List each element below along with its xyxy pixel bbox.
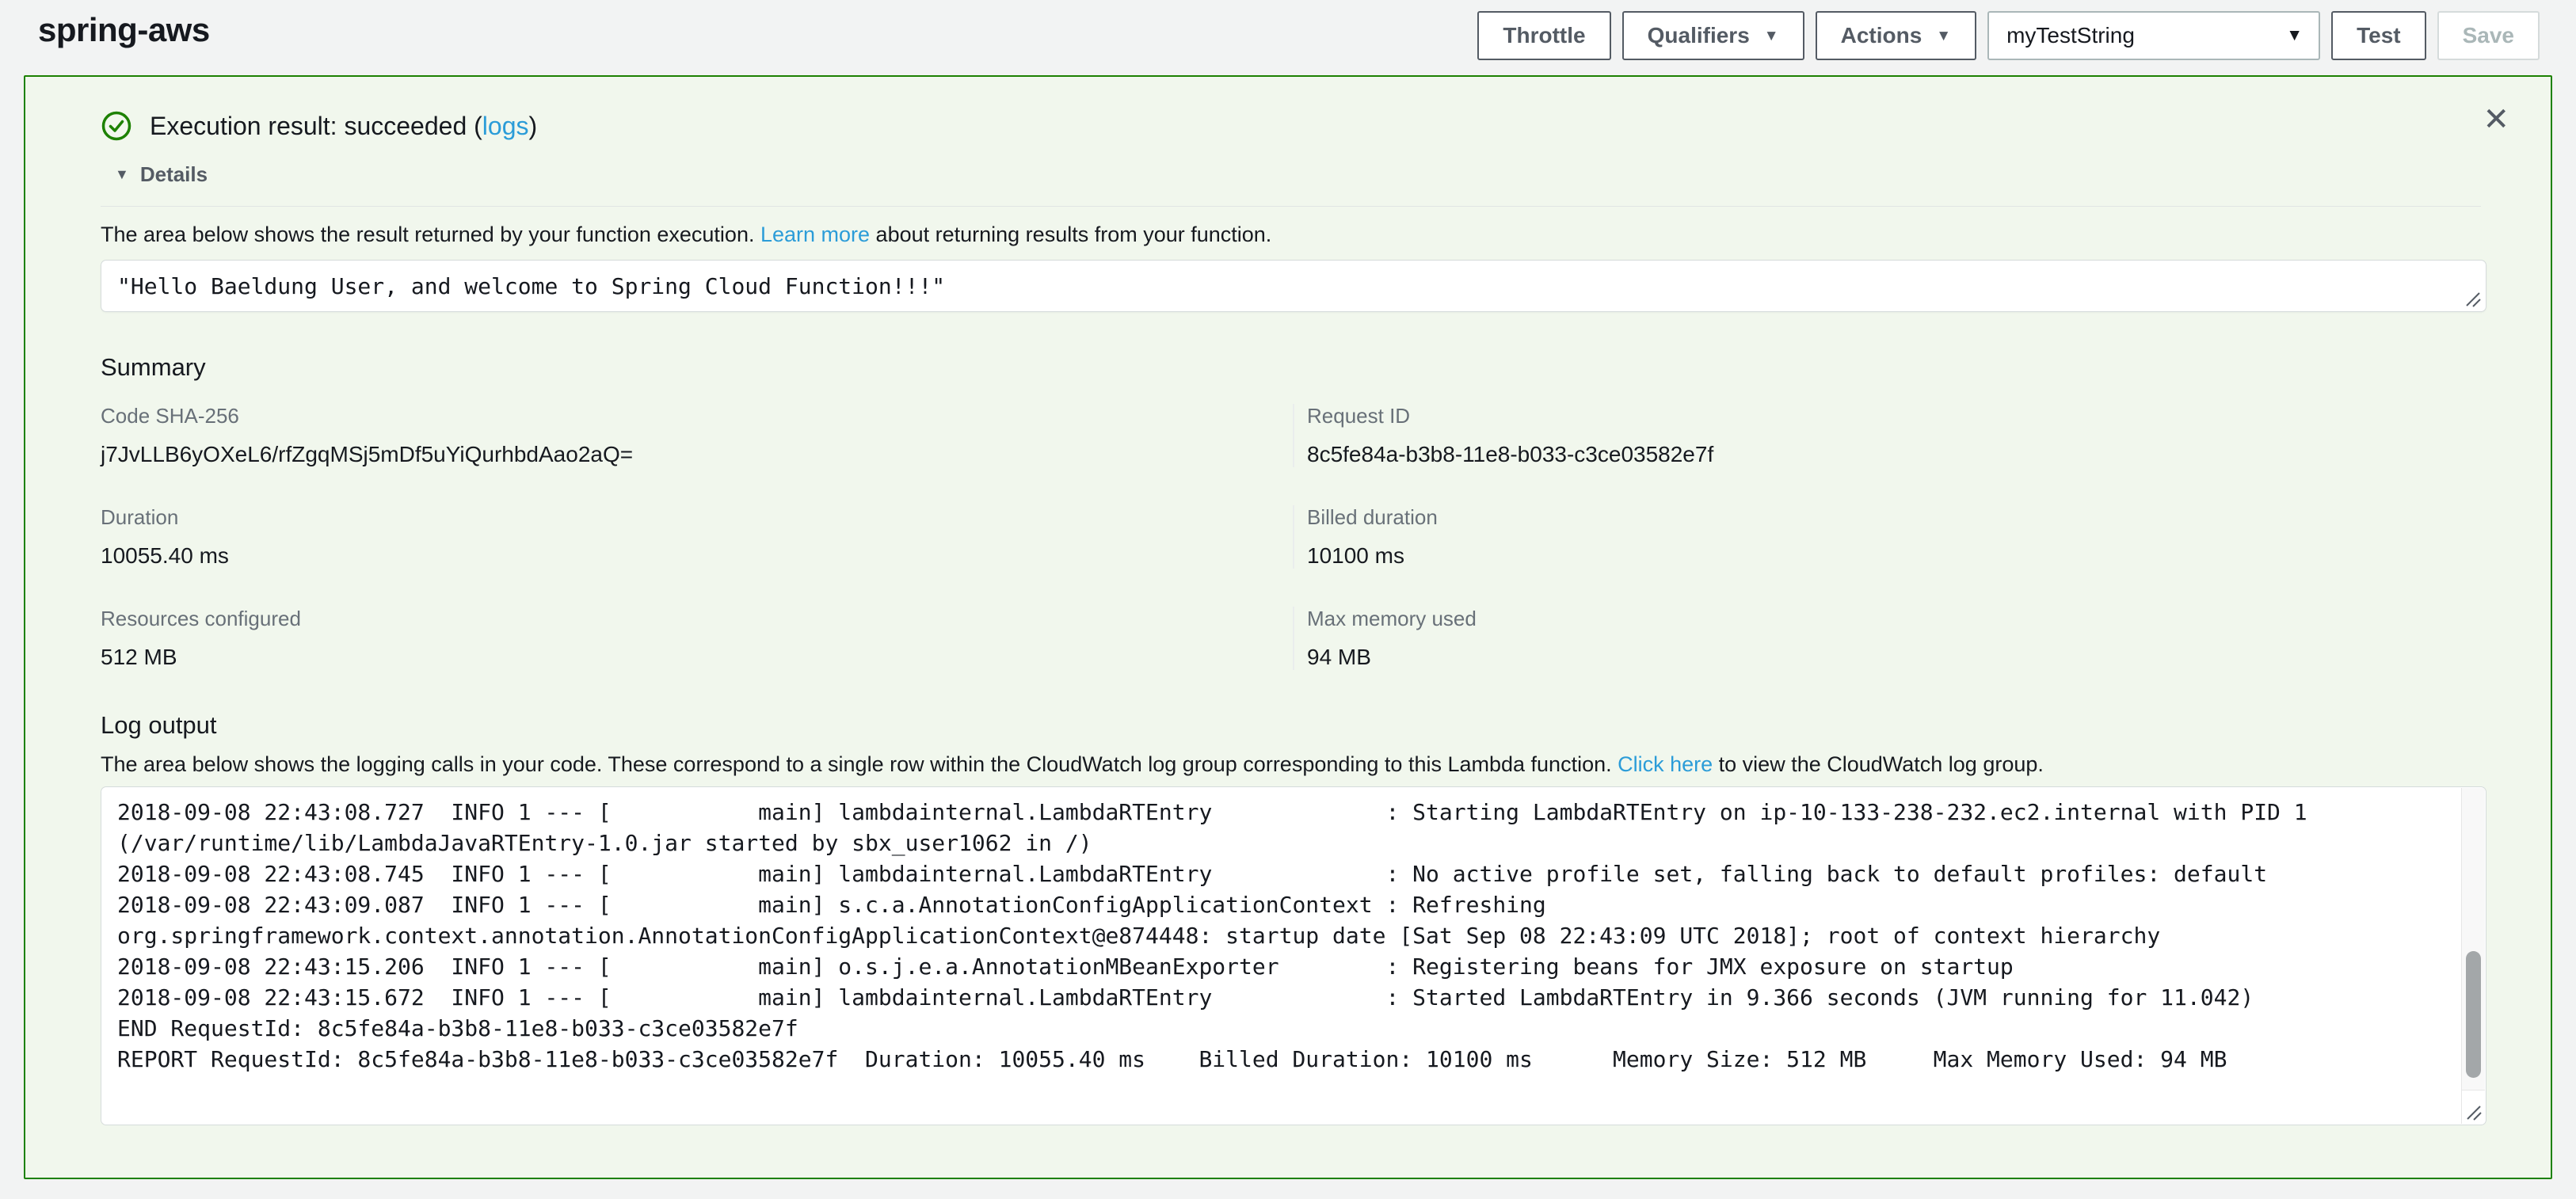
execution-result-value: "Hello Baeldung User, and welcome to Spr… xyxy=(117,273,945,299)
success-check-icon xyxy=(101,110,132,142)
test-button-label: Test xyxy=(2357,23,2401,48)
log-lines: 2018-09-08 22:43:08.727 INFO 1 --- [ mai… xyxy=(101,787,2486,1075)
test-event-select[interactable]: myTestString ▼ xyxy=(1987,11,2320,60)
log-output-heading: Log output xyxy=(101,711,2481,740)
log-line: END RequestId: 8c5fe84a-b3b8-11e8-b033-c… xyxy=(117,1013,2449,1044)
log-line: 2018-09-08 22:43:15.672 INFO 1 --- [ mai… xyxy=(117,982,2449,1013)
save-button[interactable]: Save xyxy=(2437,11,2540,60)
log-resize-corner xyxy=(2461,1090,2485,1124)
execution-result-panel: Execution result: succeeded (logs) ✕ ▼ D… xyxy=(24,75,2552,1179)
logs-link[interactable]: logs xyxy=(482,112,529,140)
qualifiers-dropdown[interactable]: Qualifiers ▼ xyxy=(1622,11,1804,60)
learn-more-link[interactable]: Learn more xyxy=(760,223,870,246)
status-row: Execution result: succeeded (logs) xyxy=(101,110,2481,142)
actions-dropdown-label: Actions xyxy=(1841,23,1922,48)
summary-field-duration: Duration 10055.40 ms xyxy=(101,505,1293,569)
summary-heading: Summary xyxy=(101,353,2481,382)
throttle-button[interactable]: Throttle xyxy=(1477,11,1610,60)
log-description-text-end: to view the CloudWatch log group. xyxy=(1713,752,2044,776)
close-icon: ✕ xyxy=(2483,102,2509,137)
status-title-text: Execution result: succeeded ( xyxy=(150,112,482,140)
details-toggle-label: Details xyxy=(140,162,208,187)
chevron-down-icon: ▼ xyxy=(1936,29,1951,44)
field-label: Max memory used xyxy=(1307,607,2481,631)
log-line: REPORT RequestId: 8c5fe84a-b3b8-11e8-b03… xyxy=(117,1044,2449,1075)
close-button[interactable]: ✕ xyxy=(2483,104,2509,135)
qualifiers-dropdown-label: Qualifiers xyxy=(1648,23,1750,48)
log-description-text: The area below shows the logging calls i… xyxy=(101,752,1618,776)
resize-handle-icon[interactable] xyxy=(2464,290,2481,307)
field-label: Request ID xyxy=(1307,404,2481,428)
toolbar: Throttle Qualifiers ▼ Actions ▼ myTestSt… xyxy=(1477,11,2540,60)
details-toggle[interactable]: ▼ Details xyxy=(115,162,208,187)
field-label: Resources configured xyxy=(101,607,1293,631)
field-value: 10055.40 ms xyxy=(101,543,1293,569)
log-line: org.springframework.context.annotation.A… xyxy=(117,920,2449,951)
summary-grid: Code SHA-256 j7JvLLB6yOXeL6/rfZgqMSj5mDf… xyxy=(101,404,2481,670)
save-button-label: Save xyxy=(2463,23,2514,48)
field-value: 94 MB xyxy=(1307,645,2481,670)
field-value: 512 MB xyxy=(101,645,1293,670)
scrollbar-thumb[interactable] xyxy=(2466,951,2481,1078)
chevron-down-icon: ▼ xyxy=(1764,29,1779,44)
summary-field-resources-configured: Resources configured 512 MB xyxy=(101,607,1293,670)
field-label: Duration xyxy=(101,505,1293,530)
summary-field-billed-duration: Billed duration 10100 ms xyxy=(1293,505,2481,569)
log-line: 2018-09-08 22:43:08.727 INFO 1 --- [ mai… xyxy=(117,797,2449,828)
log-line: 2018-09-08 22:43:09.087 INFO 1 --- [ mai… xyxy=(117,889,2449,920)
status-title-text-end: ) xyxy=(528,112,537,140)
details-divider xyxy=(101,206,2481,207)
execution-result-output[interactable]: "Hello Baeldung User, and welcome to Spr… xyxy=(101,260,2486,312)
result-description-text-end: about returning results from your functi… xyxy=(870,223,1271,246)
click-here-link[interactable]: Click here xyxy=(1618,752,1713,776)
summary-field-request-id: Request ID 8c5fe84a-b3b8-11e8-b033-c3ce0… xyxy=(1293,404,2481,467)
execution-result-title: Execution result: succeeded (logs) xyxy=(150,112,537,141)
log-output-description: The area below shows the logging calls i… xyxy=(101,752,2481,777)
log-line: 2018-09-08 22:43:08.745 INFO 1 --- [ mai… xyxy=(117,858,2449,889)
log-output-box[interactable]: 2018-09-08 22:43:08.727 INFO 1 --- [ mai… xyxy=(101,786,2486,1125)
log-line: (/var/runtime/lib/LambdaJavaRTEntry-1.0.… xyxy=(117,828,2449,858)
throttle-button-label: Throttle xyxy=(1503,23,1585,48)
field-value: 8c5fe84a-b3b8-11e8-b033-c3ce03582e7f xyxy=(1307,442,2481,467)
test-button[interactable]: Test xyxy=(2331,11,2426,60)
resize-handle-icon[interactable] xyxy=(2464,1103,2482,1121)
page-title: spring-aws xyxy=(38,11,210,49)
chevron-down-icon: ▼ xyxy=(2286,26,2303,45)
log-line: 2018-09-08 22:43:15.206 INFO 1 --- [ mai… xyxy=(117,951,2449,982)
page-header: spring-aws Throttle Qualifiers ▼ Actions… xyxy=(0,0,2576,75)
log-scrollbar[interactable] xyxy=(2461,788,2485,1090)
field-value: j7JvLLB6yOXeL6/rfZgqMSj5mDf5uYiQurhbdAao… xyxy=(101,442,1293,467)
test-event-selected-value: myTestString xyxy=(2006,23,2135,48)
field-value: 10100 ms xyxy=(1307,543,2481,569)
result-description-text: The area below shows the result returned… xyxy=(101,223,760,246)
summary-field-code-sha-256: Code SHA-256 j7JvLLB6yOXeL6/rfZgqMSj5mDf… xyxy=(101,404,1293,467)
field-label: Code SHA-256 xyxy=(101,404,1293,428)
field-label: Billed duration xyxy=(1307,505,2481,530)
actions-dropdown[interactable]: Actions ▼ xyxy=(1816,11,1977,60)
result-description: The area below shows the result returned… xyxy=(101,223,2481,247)
caret-down-icon: ▼ xyxy=(115,166,129,183)
summary-field-max-memory-used: Max memory used 94 MB xyxy=(1293,607,2481,670)
